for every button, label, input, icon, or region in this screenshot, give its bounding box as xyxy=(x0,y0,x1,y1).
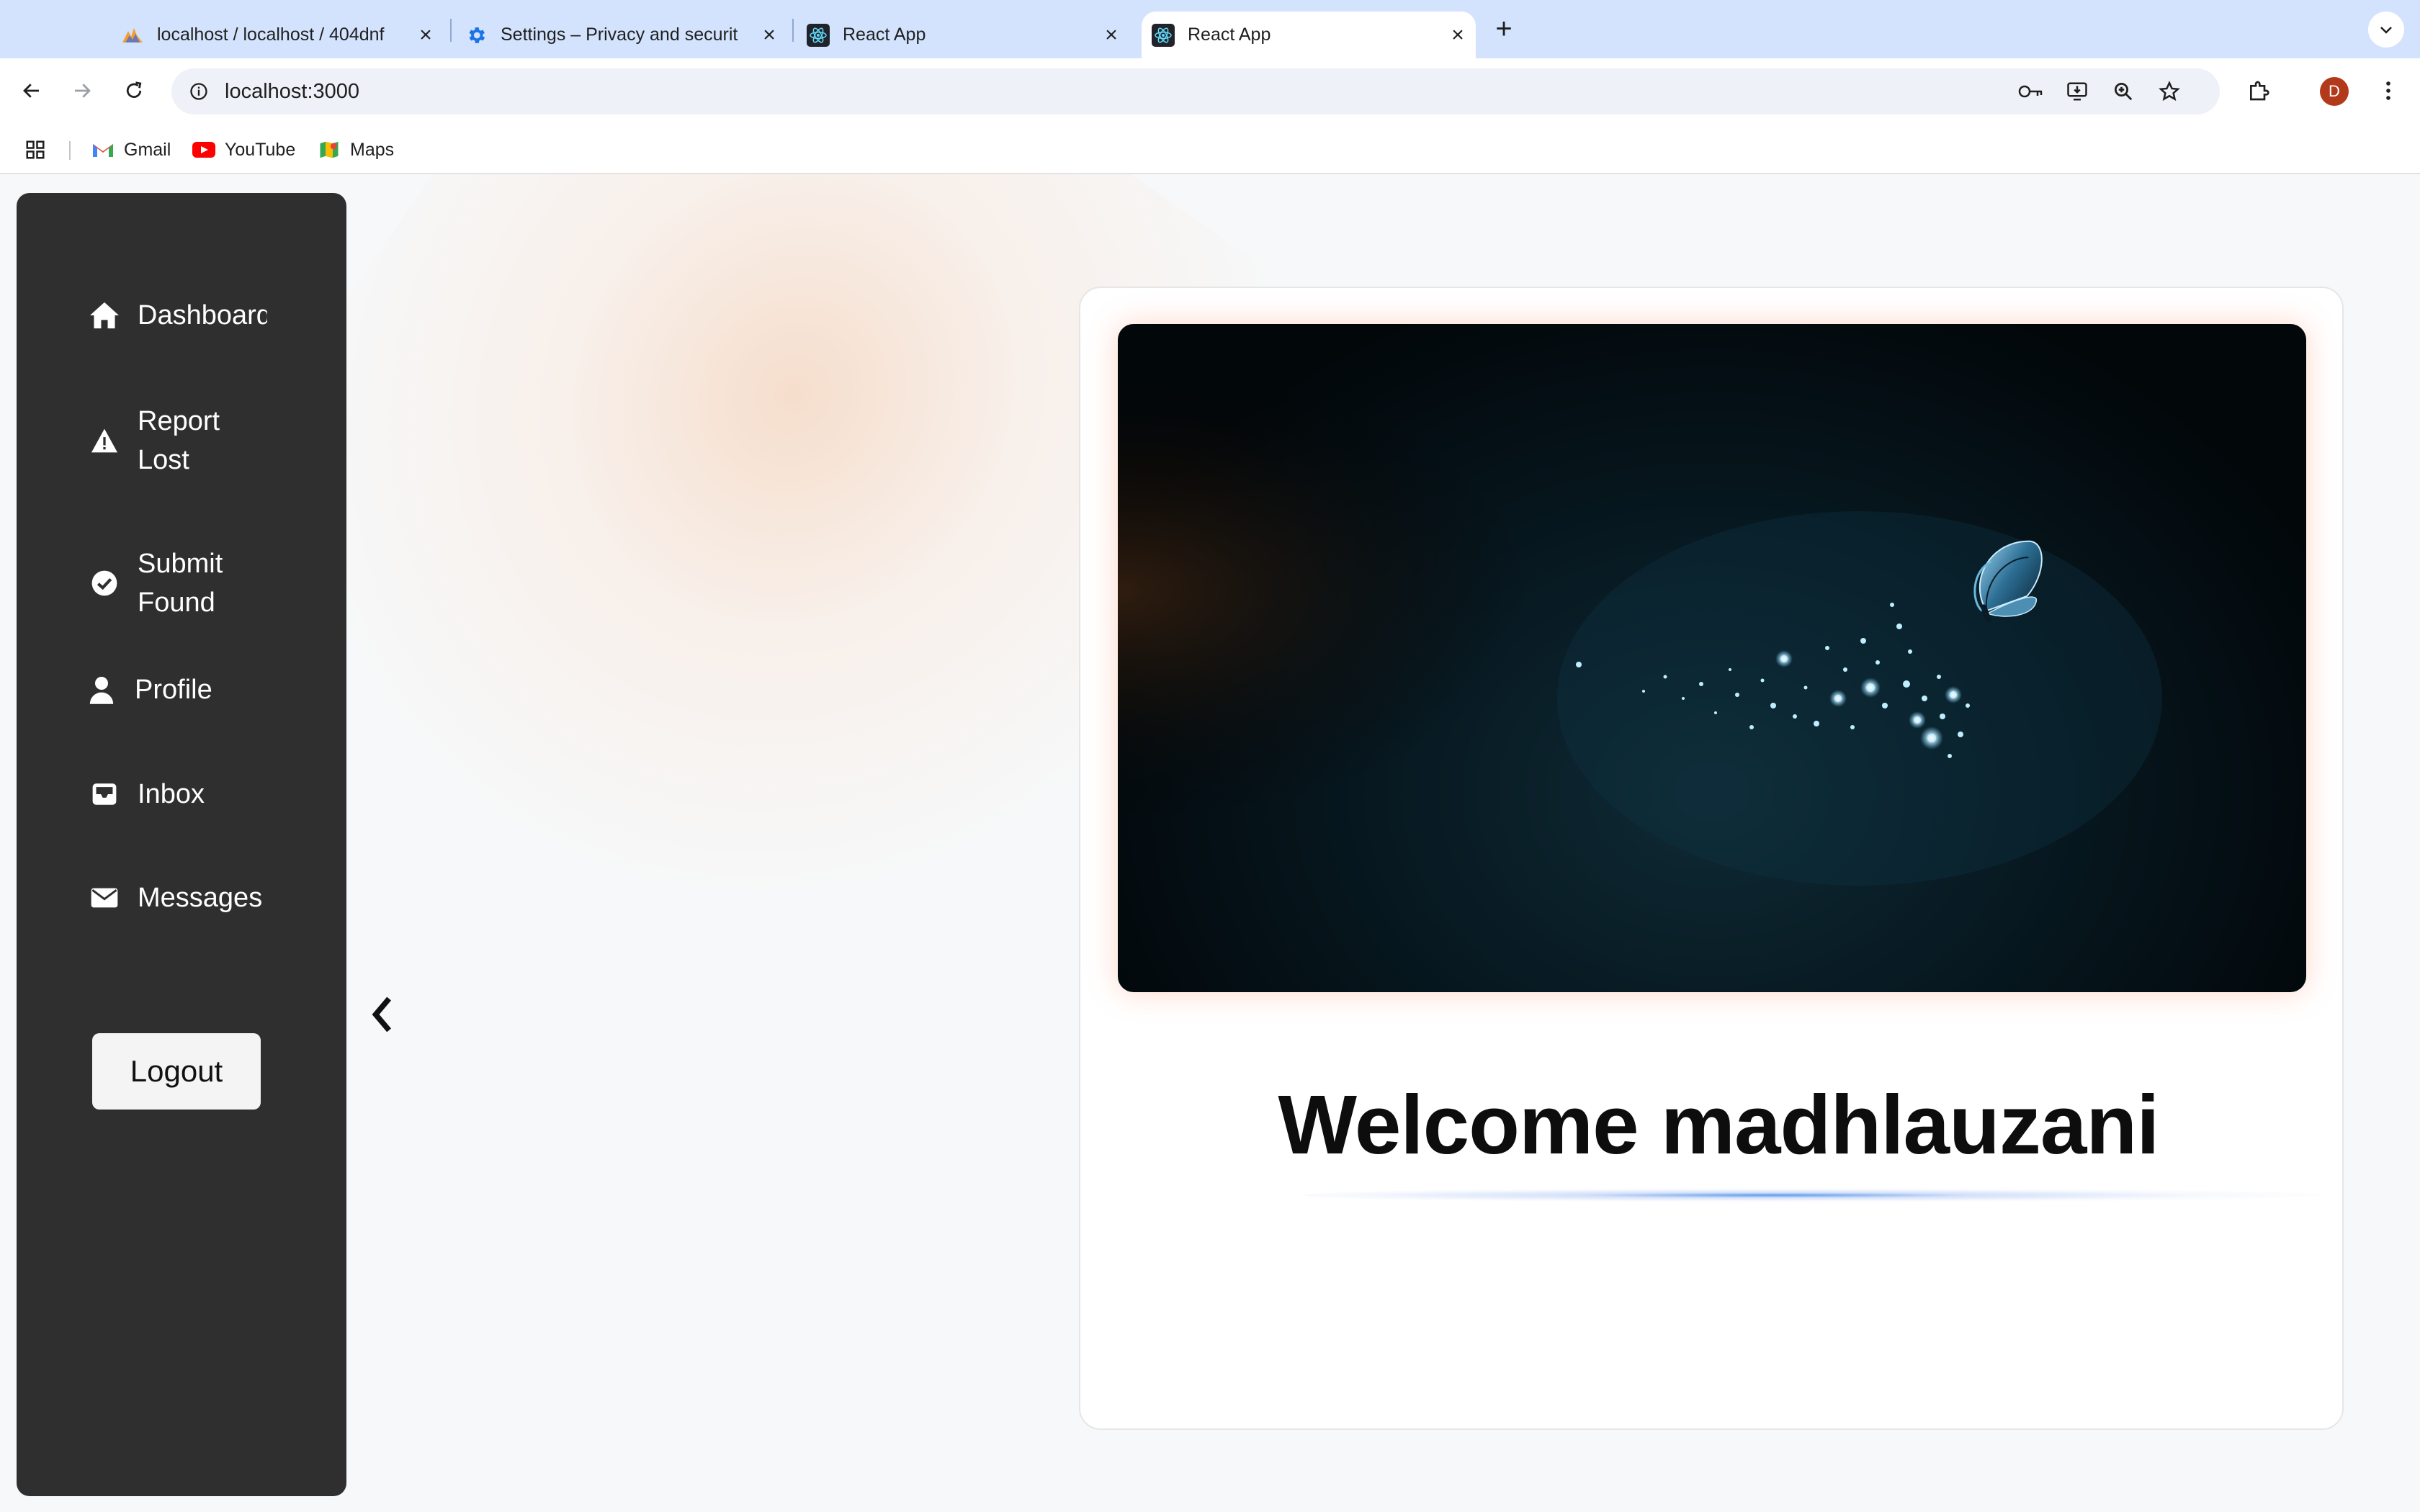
logout-button[interactable]: Logout xyxy=(92,1033,261,1110)
user-icon xyxy=(86,674,117,706)
close-tab-icon[interactable]: × xyxy=(1099,23,1124,48)
heading-underline-glow xyxy=(1304,1188,2326,1202)
check-circle-icon xyxy=(89,567,120,599)
collapse-sidebar-chevron-icon[interactable] xyxy=(364,989,400,1040)
welcome-card: Welcome madhlauzani xyxy=(1079,287,2344,1430)
forward-arrow-icon[interactable] xyxy=(62,71,102,111)
bookmarks-bar: Gmail YouTube Maps xyxy=(0,124,2420,174)
reload-icon[interactable] xyxy=(114,71,154,111)
address-bar[interactable]: localhost:3000 xyxy=(171,68,2220,114)
sidebar-item-submit-found[interactable]: Submit Found xyxy=(89,544,253,622)
maps-icon xyxy=(317,139,341,161)
new-tab-plus-icon[interactable]: + xyxy=(1488,12,1520,46)
tab-title: localhost / localhost / 404dnf xyxy=(157,24,385,45)
page-viewport: Dashboard Report Lost Submit Found Profi… xyxy=(0,174,2420,1512)
bookmark-youtube[interactable]: YouTube xyxy=(192,135,295,164)
tab-title: React App xyxy=(1188,24,1271,45)
bookmark-label: Maps xyxy=(350,139,395,160)
profile-avatar[interactable]: D xyxy=(2320,77,2349,106)
home-icon xyxy=(89,300,120,331)
back-arrow-icon[interactable] xyxy=(12,71,52,111)
envelope-icon xyxy=(89,882,120,914)
tab-phpmyadmin[interactable]: localhost / localhost / 404dnf × xyxy=(121,12,438,58)
extensions-puzzle-icon[interactable] xyxy=(2238,71,2279,111)
sidebar-item-messages[interactable]: Messages xyxy=(89,878,267,917)
react-icon xyxy=(807,23,830,47)
zoom-icon[interactable] xyxy=(2107,77,2139,106)
sidebar-item-label: Profile xyxy=(135,675,212,705)
more-menu-icon[interactable] xyxy=(2368,71,2408,111)
password-key-icon[interactable] xyxy=(2015,77,2047,106)
tab-title: React App xyxy=(843,24,926,45)
youtube-icon xyxy=(192,139,216,161)
phpmyadmin-icon xyxy=(121,24,144,47)
tab-search-chevron-icon[interactable] xyxy=(2368,12,2404,48)
welcome-heading: Welcome madhlauzani xyxy=(1278,1078,2160,1171)
bookmark-gmail[interactable]: Gmail xyxy=(91,135,171,164)
tab-divider xyxy=(792,19,794,42)
apps-grid-icon[interactable] xyxy=(24,135,46,164)
tab-settings[interactable]: Settings – Privacy and securit × xyxy=(465,12,781,58)
sidebar-item-inbox[interactable]: Inbox xyxy=(89,775,267,814)
site-info-icon[interactable] xyxy=(176,68,222,114)
tab-react-app[interactable]: React App × xyxy=(807,12,1124,58)
bookmark-maps[interactable]: Maps xyxy=(317,135,394,164)
browser-tab-strip: localhost / localhost / 404dnf × Setting… xyxy=(0,0,2420,58)
bookmark-star-icon[interactable] xyxy=(2154,77,2185,106)
sidebar-item-label: Dashboard xyxy=(138,300,267,330)
sidebar: Dashboard Report Lost Submit Found Profi… xyxy=(17,193,346,1496)
tab-title: Settings – Privacy and securit xyxy=(501,24,738,45)
close-tab-icon[interactable]: × xyxy=(1446,23,1470,48)
bookmark-label: YouTube xyxy=(225,139,296,160)
settings-gear-icon xyxy=(465,24,488,47)
react-icon xyxy=(1152,23,1175,47)
tab-react-app-active[interactable]: React App × xyxy=(1142,12,1476,58)
sidebar-item-profile[interactable]: Profile xyxy=(86,670,264,709)
gmail-icon xyxy=(91,139,115,161)
warning-icon xyxy=(89,425,120,456)
install-app-icon[interactable] xyxy=(2061,77,2093,106)
close-tab-icon[interactable]: × xyxy=(757,23,781,48)
url-text: localhost:3000 xyxy=(225,79,360,103)
browser-toolbar: localhost:3000 D xyxy=(0,58,2420,124)
close-tab-icon[interactable]: × xyxy=(413,23,438,48)
bookmarks-divider xyxy=(69,141,71,160)
inbox-icon xyxy=(89,778,120,810)
sidebar-item-dashboard[interactable]: Dashboard xyxy=(89,296,267,335)
hero-butterfly-image xyxy=(1118,324,2306,992)
sidebar-item-report-lost[interactable]: Report Lost xyxy=(89,402,253,480)
sidebar-item-label: Submit Found xyxy=(138,549,223,618)
tab-divider xyxy=(450,19,452,42)
sidebar-item-label: Inbox xyxy=(138,779,205,809)
sidebar-item-label: Messages xyxy=(138,883,263,913)
bookmark-label: Gmail xyxy=(124,139,171,160)
sidebar-item-label: Report Lost xyxy=(138,406,220,475)
